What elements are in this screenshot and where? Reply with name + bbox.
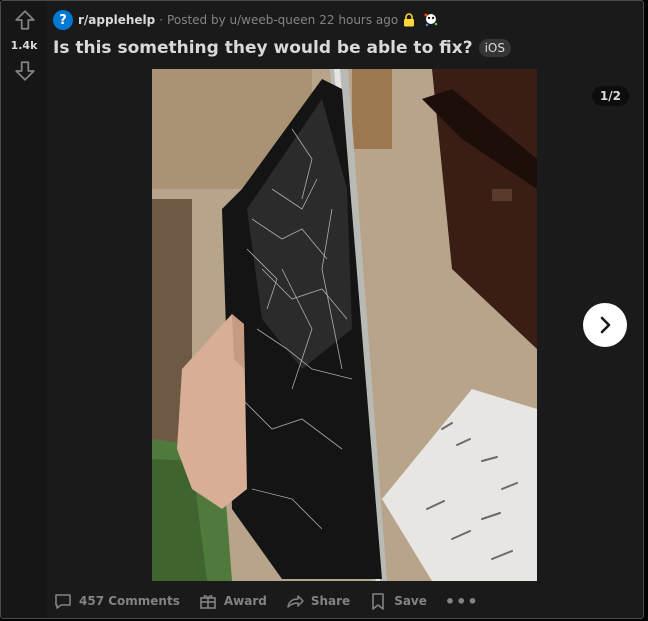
comment-icon bbox=[55, 594, 71, 609]
post-flair[interactable]: iOS bbox=[478, 39, 511, 57]
comments-label: 457 Comments bbox=[79, 594, 180, 608]
subreddit-link[interactable]: r/applehelp bbox=[78, 13, 155, 27]
gallery-counter: 1/2 bbox=[591, 86, 629, 106]
post-age: 22 hours ago bbox=[319, 13, 399, 27]
vote-score: 1.4k bbox=[10, 39, 38, 52]
lock-icon bbox=[404, 13, 415, 27]
subreddit-icon[interactable]: ? bbox=[53, 10, 73, 30]
vote-column: 1.4k bbox=[1, 1, 47, 618]
award-badge-icon[interactable] bbox=[423, 12, 439, 28]
share-icon bbox=[287, 595, 304, 608]
post-image[interactable] bbox=[152, 69, 537, 581]
gallery[interactable]: 1/2 bbox=[47, 69, 643, 581]
gallery-next-button[interactable] bbox=[583, 303, 627, 347]
post-card: 1.4k ? r/applehelp · Posted by u/weeb-qu… bbox=[0, 0, 644, 619]
more-options-button[interactable]: ••• bbox=[445, 592, 479, 611]
chevron-right-icon bbox=[600, 316, 611, 334]
share-label: Share bbox=[310, 594, 351, 608]
post-actions: 457 Comments Award Share Save ••• bbox=[53, 588, 479, 614]
downvote-icon[interactable] bbox=[14, 60, 36, 82]
meta-separator: · bbox=[159, 13, 164, 27]
award-button[interactable]: Award bbox=[198, 591, 267, 611]
save-button[interactable]: Save bbox=[368, 591, 427, 611]
post-title[interactable]: Is this something they would be able to … bbox=[53, 38, 473, 58]
title-row: Is this something they would be able to … bbox=[53, 38, 511, 58]
posted-by[interactable]: Posted by u/weeb-queen bbox=[167, 13, 315, 27]
gift-icon bbox=[200, 595, 216, 609]
bookmark-icon bbox=[372, 593, 384, 610]
comments-button[interactable]: 457 Comments bbox=[53, 591, 180, 611]
post-meta: ? r/applehelp · Posted by u/weeb-queen 2… bbox=[53, 9, 439, 31]
award-label: Award bbox=[223, 594, 267, 608]
save-label: Save bbox=[394, 594, 427, 608]
share-button[interactable]: Share bbox=[285, 591, 350, 611]
upvote-icon[interactable] bbox=[14, 9, 36, 31]
